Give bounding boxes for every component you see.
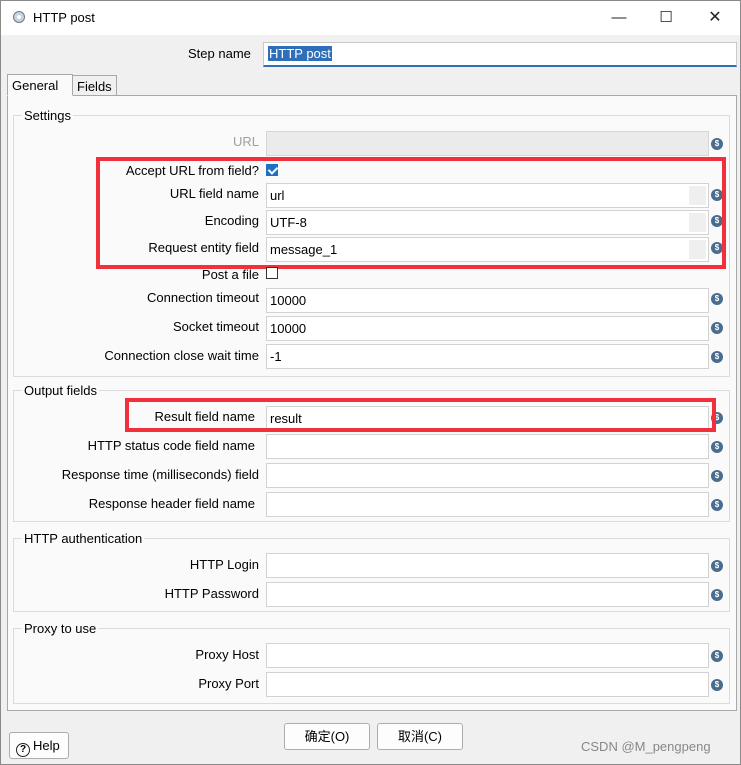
variable-icon[interactable]: $ — [711, 560, 723, 572]
step-name-label: Step name — [188, 46, 251, 61]
window-title: HTTP post — [33, 10, 95, 25]
http-auth-group-title: HTTP authentication — [22, 531, 145, 546]
url-label: URL — [232, 134, 259, 149]
proxy-host-input[interactable] — [266, 643, 709, 668]
tab-general[interactable]: General — [7, 74, 73, 96]
help-button[interactable]: ? Help — [9, 732, 69, 759]
status-code-input[interactable] — [266, 434, 709, 459]
proxy-port-input[interactable] — [266, 672, 709, 697]
response-header-input[interactable] — [266, 492, 709, 517]
post-file-label: Post a file — [201, 267, 259, 282]
help-button-label: Help — [33, 738, 60, 753]
post-file-checkbox[interactable] — [266, 267, 278, 279]
variable-icon[interactable]: $ — [711, 441, 723, 453]
variable-icon[interactable]: $ — [711, 322, 723, 334]
socket-timeout-input[interactable]: 10000 — [266, 316, 709, 341]
close-wait-input[interactable]: -1 — [266, 344, 709, 369]
proxy-host-label: Proxy Host — [195, 647, 259, 662]
status-code-label: HTTP status code field name — [87, 438, 255, 453]
question-mark-icon: ? — [16, 743, 30, 757]
title-bar: HTTP post — ☐ ✕ — [1, 1, 740, 35]
step-name-value: HTTP post — [268, 46, 332, 61]
variable-icon[interactable]: $ — [711, 293, 723, 305]
socket-timeout-label: Socket timeout — [173, 319, 259, 334]
http-login-label: HTTP Login — [189, 557, 259, 572]
url-input[interactable] — [266, 131, 709, 156]
tab-fields[interactable]: Fields — [72, 75, 117, 97]
variable-icon[interactable]: $ — [711, 138, 723, 150]
response-time-input[interactable] — [266, 463, 709, 488]
highlight-box-url-settings — [96, 157, 726, 269]
http-password-input[interactable] — [266, 582, 709, 607]
close-button[interactable]: ✕ — [695, 5, 735, 31]
proxy-port-label: Proxy Port — [198, 676, 259, 691]
http-login-input[interactable] — [266, 553, 709, 578]
variable-icon[interactable]: $ — [711, 589, 723, 601]
response-time-label: Response time (milliseconds) field — [61, 467, 259, 482]
variable-icon[interactable]: $ — [711, 650, 723, 662]
variable-icon[interactable]: $ — [711, 351, 723, 363]
output-fields-group-title: Output fields — [22, 383, 99, 398]
minimize-button[interactable]: — — [599, 5, 639, 31]
proxy-group-title: Proxy to use — [22, 621, 99, 636]
http-password-label: HTTP Password — [164, 586, 259, 601]
maximize-button[interactable]: ☐ — [646, 5, 686, 31]
app-globe-icon — [13, 11, 25, 23]
dialog-window: HTTP post — ☐ ✕ Step name HTTP post Fiel… — [0, 0, 741, 765]
variable-icon[interactable]: $ — [711, 499, 723, 511]
variable-icon[interactable]: $ — [711, 470, 723, 482]
connection-timeout-input[interactable]: 10000 — [266, 288, 709, 313]
settings-group-title: Settings — [22, 108, 73, 123]
variable-icon[interactable]: $ — [711, 679, 723, 691]
close-wait-label: Connection close wait time — [104, 348, 259, 363]
connection-timeout-label: Connection timeout — [146, 290, 259, 305]
watermark-text: CSDN @M_pengpeng — [581, 739, 711, 754]
response-header-label: Response header field name — [88, 496, 255, 511]
step-name-input[interactable]: HTTP post — [263, 42, 737, 67]
ok-button[interactable]: 确定(O) — [284, 723, 370, 750]
cancel-button[interactable]: 取消(C) — [377, 723, 463, 750]
highlight-box-result-field — [125, 398, 716, 432]
